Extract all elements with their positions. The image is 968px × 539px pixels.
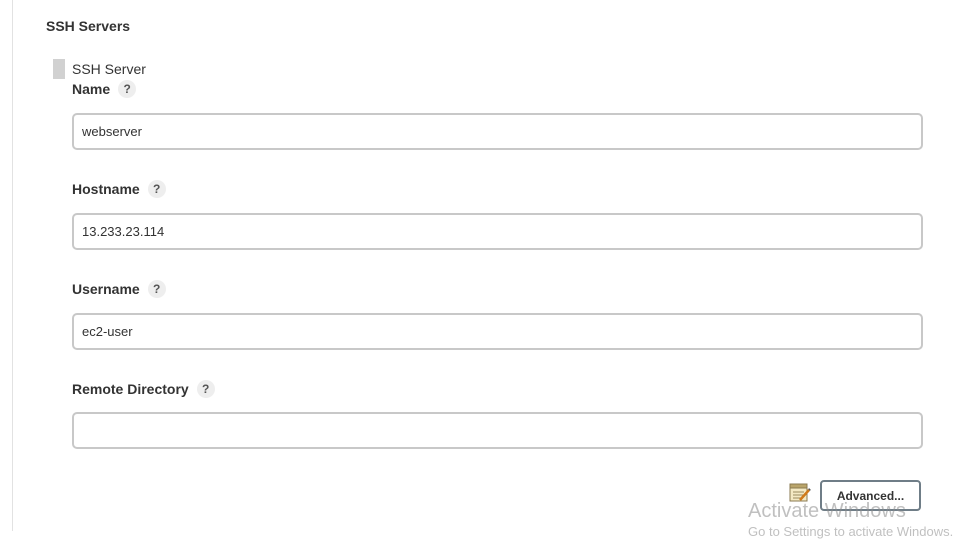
hostname-input[interactable] <box>72 213 923 250</box>
help-icon[interactable]: ? <box>147 180 166 198</box>
name-label: Name ? <box>72 80 137 98</box>
name-input[interactable] <box>72 113 923 150</box>
section-title: SSH Servers <box>46 18 131 34</box>
hostname-label-text: Hostname <box>72 181 140 197</box>
help-icon[interactable]: ? <box>118 80 137 98</box>
name-label-text: Name <box>72 81 111 97</box>
username-label-text: Username <box>72 281 140 297</box>
username-label: Username ? <box>72 280 166 298</box>
activate-windows-subtitle: Go to Settings to activate Windows. <box>748 524 954 539</box>
remote-directory-label: Remote Directory ? <box>72 380 215 398</box>
panel-left-border <box>12 0 13 531</box>
hostname-label: Hostname ? <box>72 180 166 198</box>
drag-handle[interactable] <box>53 59 65 79</box>
activate-windows-watermark: Activate Windows <box>748 500 906 522</box>
remote-directory-label-text: Remote Directory <box>72 381 189 397</box>
help-icon[interactable]: ? <box>147 280 166 298</box>
username-input[interactable] <box>72 313 923 350</box>
ssh-server-label: SSH Server <box>72 61 146 77</box>
help-icon[interactable]: ? <box>196 380 215 398</box>
remote-directory-input[interactable] <box>72 412 923 449</box>
